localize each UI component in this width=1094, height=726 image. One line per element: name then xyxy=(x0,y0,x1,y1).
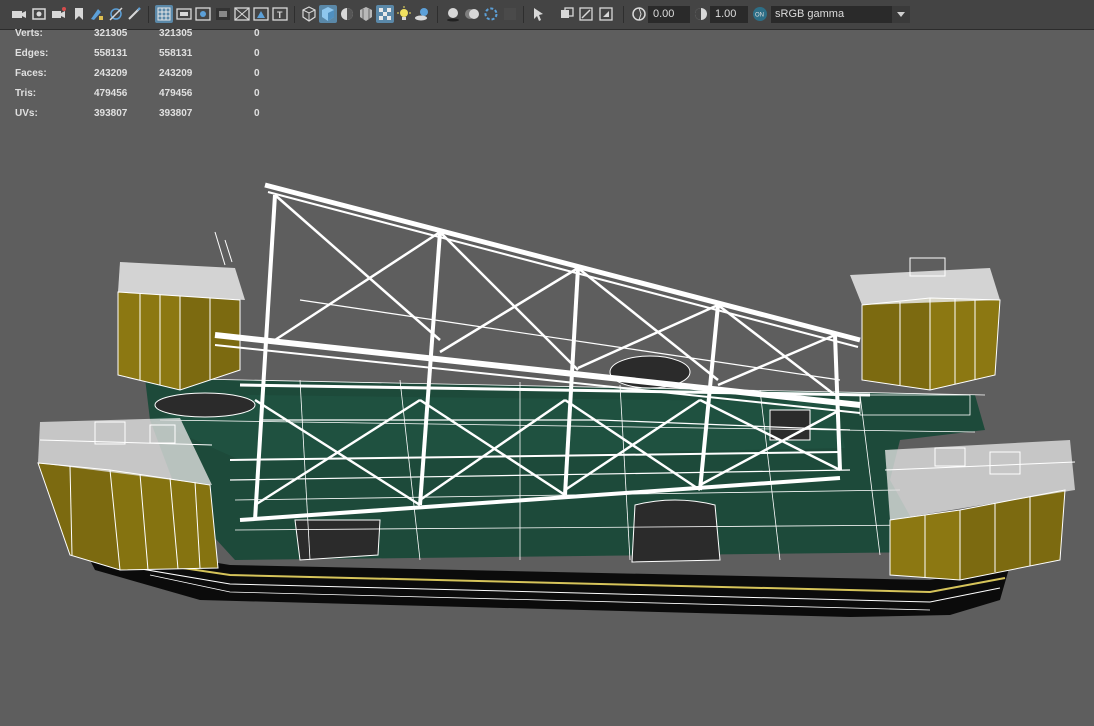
depth-of-field-icon[interactable] xyxy=(501,5,519,23)
camera-icon[interactable] xyxy=(10,5,28,23)
smooth-shade-icon[interactable] xyxy=(319,5,337,23)
safe-action-icon[interactable]: T xyxy=(271,5,289,23)
ambient-occlusion-icon[interactable] xyxy=(444,5,462,23)
film-gate-icon[interactable] xyxy=(175,5,193,23)
wireframe-on-shaded-icon[interactable] xyxy=(376,5,394,23)
gamma-icon[interactable] xyxy=(692,5,710,23)
camera-attributes-icon[interactable] xyxy=(50,5,68,23)
svg-text:ON: ON xyxy=(755,13,764,19)
use-all-lights-icon[interactable] xyxy=(395,5,413,23)
camera-lock-icon[interactable] xyxy=(30,5,48,23)
xray-icon[interactable] xyxy=(558,5,576,23)
exposure-field[interactable]: 0.00 xyxy=(648,6,690,23)
chevron-down-icon[interactable] xyxy=(892,6,910,23)
isolate-select-icon[interactable] xyxy=(530,5,548,23)
tower-front-right xyxy=(884,440,1076,581)
toolbar-separator xyxy=(437,6,438,23)
tower-back-right xyxy=(850,257,1001,391)
xray-active-components-icon[interactable] xyxy=(597,5,615,23)
color-space-label: sRGB gamma xyxy=(775,8,845,20)
grid-icon[interactable] xyxy=(155,5,173,23)
gamma-field[interactable]: 1.00 xyxy=(710,6,748,23)
field-chart-icon[interactable] xyxy=(233,5,251,23)
panel-toolbar: T 0.00 1.00 ON sRGB gamma xyxy=(0,0,1094,30)
color-space-dropdown[interactable]: sRGB gamma xyxy=(771,6,910,23)
safe-title-icon[interactable] xyxy=(252,5,270,23)
exposure-icon[interactable] xyxy=(630,5,648,23)
textured-icon[interactable] xyxy=(357,5,375,23)
color-management-icon[interactable]: ON xyxy=(751,5,769,23)
tower-back-left xyxy=(117,231,245,391)
viewport-3d[interactable] xyxy=(0,30,1094,726)
gate-mask-icon[interactable] xyxy=(214,5,232,23)
bookmark-icon[interactable] xyxy=(70,5,88,23)
toolbar-separator xyxy=(523,6,524,23)
toolbar-separator xyxy=(623,6,624,23)
default-lighting-icon[interactable] xyxy=(338,5,356,23)
grease-pencil-icon[interactable] xyxy=(107,5,125,23)
toolbar-separator xyxy=(294,6,295,23)
svg-text:T: T xyxy=(277,10,283,20)
2d-pan-zoom-icon[interactable] xyxy=(125,5,143,23)
wireframe-icon[interactable] xyxy=(300,5,318,23)
resolution-gate-icon[interactable] xyxy=(194,5,212,23)
xray-joints-icon[interactable] xyxy=(577,5,595,23)
anti-aliasing-icon[interactable] xyxy=(482,5,500,23)
shadows-icon[interactable] xyxy=(414,5,432,23)
image-plane-icon[interactable] xyxy=(88,5,106,23)
toolbar-separator xyxy=(148,6,149,23)
motion-blur-icon[interactable] xyxy=(463,5,481,23)
